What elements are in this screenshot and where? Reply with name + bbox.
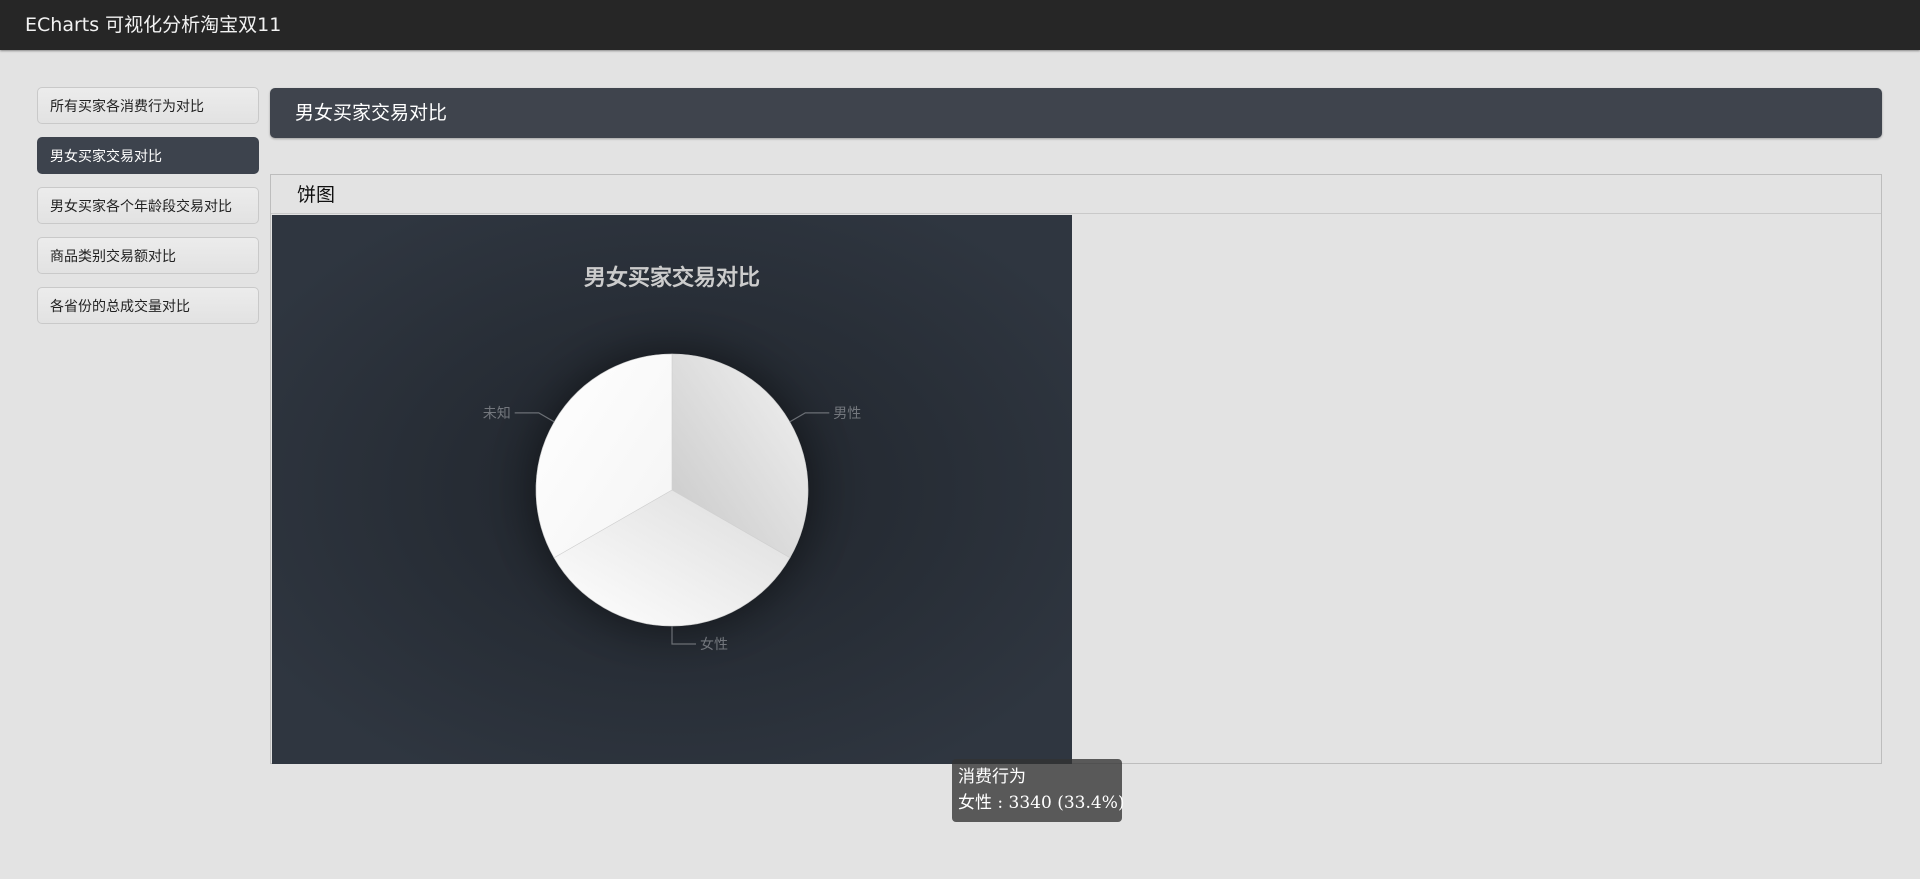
- chart-tooltip: 消费行为 女性 : 3340 (33.4%): [952, 759, 1125, 822]
- pie-slice-label: 未知: [483, 405, 511, 422]
- tooltip-percent: 33.4%: [1063, 793, 1118, 813]
- page-title: 男女买家交易对比: [295, 102, 448, 124]
- panel-heading: 饼图: [271, 175, 1881, 214]
- tooltip-label: 女性: [958, 793, 992, 813]
- sidebar-item-all-buyers-behavior[interactable]: 所有买家各消费行为对比: [37, 87, 259, 124]
- sidebar: 所有买家各消费行为对比 男女买家交易对比 男女买家各个年龄段交易对比 商品类别交…: [37, 87, 259, 337]
- pie-chart[interactable]: 男女买家交易对比 男性女性 未知 消费行为 女性 : 3340 (33.4%): [272, 215, 1125, 822]
- tooltip-value-line: 女性 : 3340 (33.4%): [958, 793, 1125, 813]
- pie-chart-svg[interactable]: 男女买家交易对比 男性女性 未知: [272, 215, 1072, 764]
- chart-title: 男女买家交易对比: [584, 265, 760, 291]
- pie-slice-label: 男性: [833, 406, 861, 422]
- tooltip-value: 3340: [1008, 793, 1052, 813]
- panel-title: 饼图: [297, 184, 336, 206]
- sidebar-item-category-amount[interactable]: 商品类别交易额对比: [37, 237, 259, 274]
- page-header: 男女买家交易对比: [270, 88, 1882, 138]
- tooltip-series-name: 消费行为: [958, 767, 1026, 787]
- pie-slices: [535, 353, 809, 627]
- chart-panel: 饼图 男女买家交易对比 男性 女性 未知 消费行为 女性: 3340 (33.…: [270, 174, 1882, 822]
- sidebar-item-gender-age-trade[interactable]: 男女买家各个年龄段交易对比: [37, 187, 259, 224]
- top-navbar: ECharts 可视化分析淘宝双11: [0, 0, 1920, 50]
- pie-slice-label: 女性: [700, 636, 728, 653]
- sidebar-item-gender-trade[interactable]: 男女买家交易对比: [37, 137, 259, 174]
- sidebar-item-province-volume[interactable]: 各省份的总成交量对比: [37, 287, 259, 324]
- app-title[interactable]: ECharts 可视化分析淘宝双11: [25, 13, 281, 37]
